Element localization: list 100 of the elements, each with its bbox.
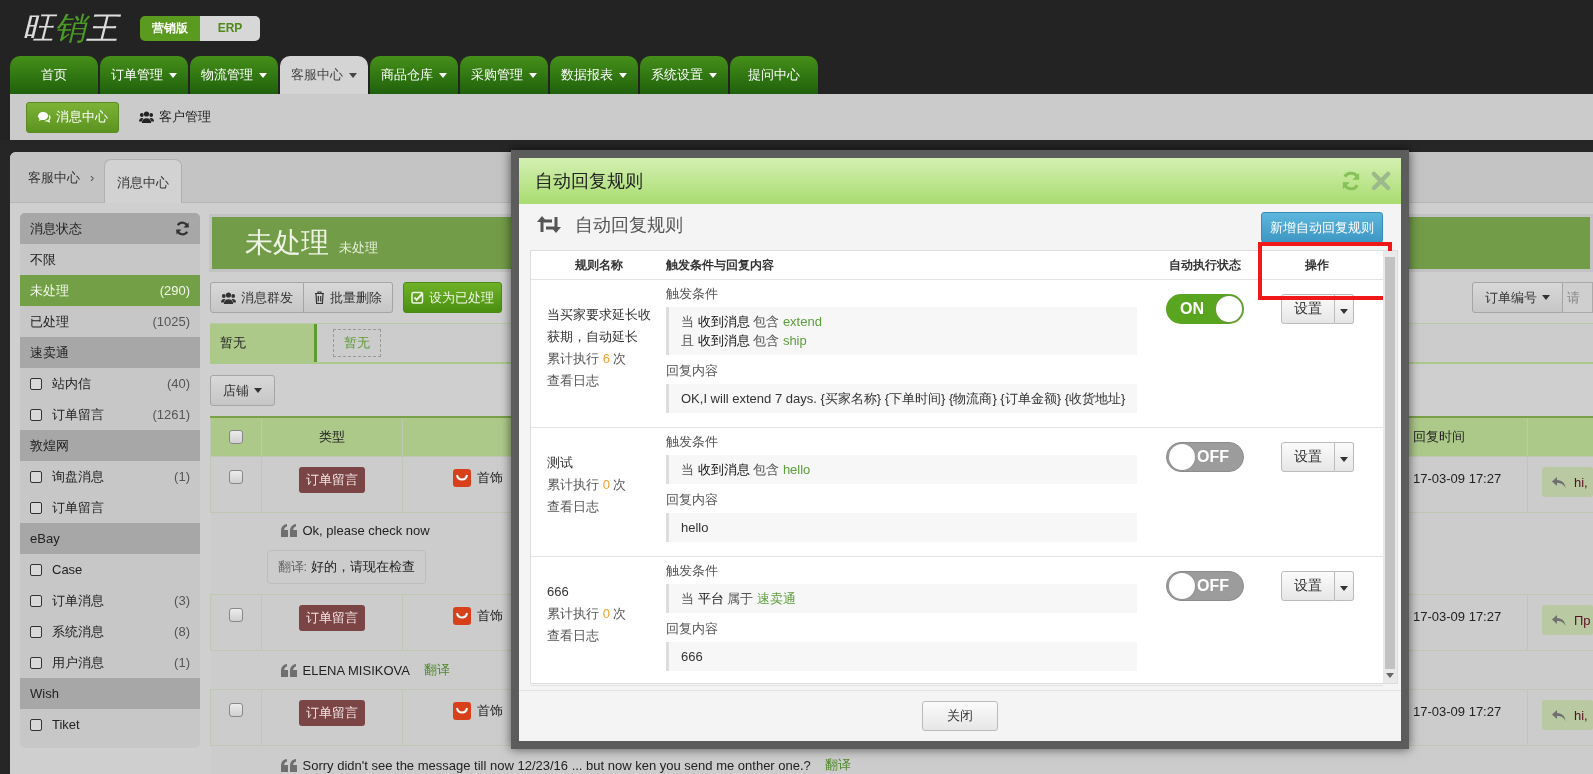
run-count-text: 累计执行 0 次 <box>547 605 628 623</box>
nav-tab[interactable]: 订单管理 <box>100 56 188 94</box>
filter-label: 暂无 <box>210 324 317 362</box>
column-header: 操作 <box>1304 256 1330 274</box>
sidebar-item[interactable]: 系统消息 (8) <box>20 616 200 647</box>
sidebar-item[interactable]: 询盘消息 (1) <box>20 461 200 492</box>
store-logo-icon <box>453 702 471 720</box>
nav-tab[interactable]: 商品仓库 <box>370 56 458 94</box>
group-title: 速卖通 <box>30 343 69 362</box>
sidebar-item[interactable]: 订单留言 <box>20 492 200 523</box>
store-logo-icon <box>453 469 471 487</box>
reply-time: 17-03-09 17:27 <box>1412 608 1503 624</box>
field-label: 回复内容 <box>666 491 719 509</box>
group-title: 消息状态 <box>30 219 82 238</box>
refresh-icon[interactable] <box>175 221 190 236</box>
nav-tab[interactable]: 提问中心 <box>730 56 818 94</box>
reply-content: OK,I will extend 7 days. {买家名称} {下单时间} {物流商} {订单金额} {收货地址} <box>666 384 1137 413</box>
caret-icon <box>1339 309 1348 314</box>
sidebar-item[interactable]: 已处理 (1025) <box>20 306 200 337</box>
caret-icon <box>1339 586 1348 591</box>
group-title: 敦煌网 <box>30 436 69 455</box>
store-name: 首饰 <box>477 702 503 720</box>
settings-button[interactable]: 设置 <box>1280 571 1335 601</box>
column-header: 类型 <box>261 417 403 457</box>
nav-tab[interactable]: 采购管理 <box>460 56 548 94</box>
type-badge: 订单留言 <box>299 605 365 631</box>
condition-text: 当 平台 属于 速卖通 <box>681 590 797 608</box>
users-icon <box>139 111 154 123</box>
field-label: 触发条件 <box>666 562 719 580</box>
checkbox[interactable] <box>229 470 243 484</box>
sidebar-item[interactable]: 订单留言 (1261) <box>20 399 200 430</box>
checkbox[interactable] <box>30 594 42 607</box>
dropdown-button[interactable] <box>1334 442 1354 472</box>
caret-icon <box>619 72 627 78</box>
trash-icon <box>314 291 325 304</box>
field-label: 触发条件 <box>666 433 719 451</box>
nav-tab[interactable]: 系统设置 <box>640 56 728 94</box>
search-field-dropdown[interactable]: 订单编号 <box>1472 282 1563 313</box>
checkbox[interactable] <box>30 470 42 483</box>
close-button[interactable]: 关闭 <box>922 701 998 731</box>
sidebar-item[interactable]: Tiket <box>20 709 200 740</box>
checkbox[interactable] <box>30 563 42 576</box>
dropdown-button[interactable] <box>1334 571 1354 601</box>
column-header: 规则名称 <box>573 256 624 274</box>
nav-tab[interactable]: 首页 <box>10 56 98 94</box>
nav-tab[interactable]: 物流管理 <box>190 56 278 94</box>
sidebar-item[interactable]: Case <box>20 554 200 585</box>
reply-icon <box>1552 614 1566 626</box>
sidebar-item[interactable]: 用户消息 (1) <box>20 647 200 678</box>
run-count-text: 累计执行 0 次 <box>547 476 628 494</box>
group-title: Wish <box>30 686 59 701</box>
checkbox[interactable] <box>30 625 42 638</box>
checkbox[interactable] <box>30 377 42 390</box>
type-badge: 订单留言 <box>299 467 365 493</box>
message-text: Sorry didn't see the message till now 12/23/16 ... but now ken you send me onther one.? <box>302 757 811 773</box>
search-input[interactable]: 请 <box>1563 282 1593 313</box>
condition-text: 且 收到消息 包含 ship <box>681 332 808 350</box>
settings-button[interactable]: 设置 <box>1280 442 1335 472</box>
run-count-text: 累计执行 6 次 <box>547 350 628 368</box>
checkbox[interactable] <box>229 608 243 622</box>
toolbar-button[interactable]: 批量删除 <box>304 282 393 313</box>
breadcrumb-link[interactable]: 客服中心 <box>28 154 80 202</box>
field-label: 回复内容 <box>666 362 719 380</box>
translation-text: 翻译: 好的，请现在检查 <box>266 550 426 584</box>
nav-tab[interactable]: 客服中心 <box>280 56 368 94</box>
sidebar-item[interactable]: 站内信 (40) <box>20 368 200 399</box>
reply-bubble: hi, <box>1542 467 1593 497</box>
store-dropdown[interactable]: 店铺 <box>210 375 275 406</box>
breadcrumb-separator: › <box>90 169 95 187</box>
toolbar-button[interactable]: 消息群发 <box>210 282 304 313</box>
view-log-link[interactable]: 查看日志 <box>547 373 599 388</box>
checkbox[interactable] <box>229 703 243 717</box>
reply-icon <box>1552 476 1566 488</box>
nav-tab[interactable]: 数据报表 <box>550 56 638 94</box>
sidebar-item[interactable]: 不限 <box>20 244 200 275</box>
caret-icon <box>259 72 267 78</box>
subnav-button[interactable]: 客户管理 <box>129 101 221 133</box>
page-tab[interactable]: 消息中心 <box>104 159 183 203</box>
reply-bubble: hi, <box>1542 700 1593 730</box>
checkbox[interactable] <box>30 656 42 669</box>
sidebar-item[interactable]: 订单消息 (3) <box>20 585 200 616</box>
checkbox[interactable] <box>229 430 243 444</box>
column-header: 自动执行状态 <box>1168 256 1242 274</box>
condition-text: 当 收到消息 包含 hello <box>681 461 812 479</box>
group-title: eBay <box>30 531 60 546</box>
rule-name: 测试 <box>547 454 574 472</box>
view-log-link[interactable]: 查看日志 <box>547 499 599 514</box>
logo: 旺销王 <box>18 7 122 49</box>
view-log-link[interactable]: 查看日志 <box>547 628 599 643</box>
reply-time: 17-03-09 17:27 <box>1412 470 1503 486</box>
checkbox[interactable] <box>30 501 42 514</box>
field-label: 触发条件 <box>666 285 719 303</box>
message-text: ELENA MISIKOVA <box>302 662 410 678</box>
banner-title: 未处理 <box>245 226 329 260</box>
reply-content: 666 <box>666 642 1137 671</box>
check-square-icon <box>411 291 424 304</box>
reply-time: 17-03-09 17:27 <box>1412 703 1503 719</box>
type-badge: 订单留言 <box>299 700 365 726</box>
checkbox[interactable] <box>30 408 42 421</box>
checkbox[interactable] <box>30 718 42 731</box>
